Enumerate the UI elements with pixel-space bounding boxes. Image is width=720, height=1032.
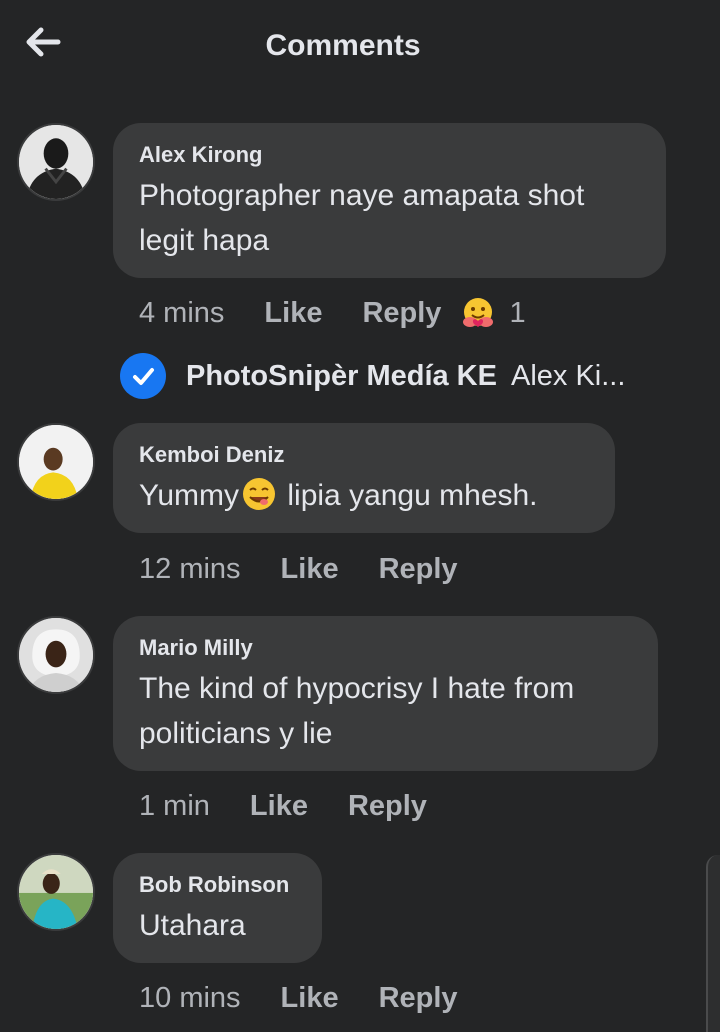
comment-author[interactable]: Kemboi Deniz xyxy=(139,441,589,469)
avatar-mario-milly[interactable] xyxy=(17,616,95,694)
comment-time: 1 min xyxy=(139,789,210,822)
hug-emoji-icon[interactable] xyxy=(461,296,495,330)
savoring-food-emoji-icon xyxy=(243,478,276,510)
comment-actions: 10 mins Like Reply xyxy=(139,978,498,1018)
reply-author[interactable]: PhotoSnipèr Medía KE xyxy=(186,360,497,393)
comment-author[interactable]: Alex Kirong xyxy=(139,141,640,169)
reply-preview[interactable]: PhotoSnipèr Medía KE Alex Ki... xyxy=(120,353,680,399)
comment-author[interactable]: Bob Robinson xyxy=(139,871,296,899)
page-title: Comments xyxy=(265,29,421,62)
reaction-count[interactable]: 1 xyxy=(509,297,525,330)
comment-actions: 1 min Like Reply xyxy=(139,786,467,826)
comment-bubble[interactable]: Alex Kirong Photographer naye amapata sh… xyxy=(113,123,666,278)
comment-time: 12 mins xyxy=(139,552,241,585)
reply-button[interactable]: Reply xyxy=(379,982,458,1015)
like-button[interactable]: Like xyxy=(281,553,339,586)
reply-button[interactable]: Reply xyxy=(379,553,458,586)
avatar-kemboi-deniz[interactable] xyxy=(17,423,95,501)
comment-text: Yummy lipia yangu mhesh. xyxy=(139,473,589,518)
top-bar: Comments xyxy=(0,0,720,96)
comment-actions: 12 mins Like Reply xyxy=(139,549,498,589)
like-button[interactable]: Like xyxy=(281,982,339,1015)
like-button[interactable]: Like xyxy=(264,297,322,330)
avatar-bob-robinson[interactable] xyxy=(17,853,95,931)
comment-text-end: lipia yangu mhesh. xyxy=(279,479,538,512)
person-avatar-icon xyxy=(19,618,93,692)
person-avatar-icon xyxy=(19,125,93,199)
person-avatar-icon xyxy=(19,855,93,929)
comment-text-start: Yummy xyxy=(139,479,240,512)
avatar-alex-kirong[interactable] xyxy=(17,123,95,201)
comment-text: Photographer naye amapata shot legit hap… xyxy=(139,179,585,257)
scrollbar[interactable] xyxy=(706,855,720,1032)
like-button[interactable]: Like xyxy=(250,790,308,823)
comment-actions: 4 mins Like Reply 1 xyxy=(139,293,526,333)
reply-snippet: Alex Ki... xyxy=(510,359,626,392)
comment-bubble[interactable]: Bob Robinson Utahara xyxy=(113,853,322,963)
comment-time: 10 mins xyxy=(139,981,241,1014)
person-avatar-icon xyxy=(19,425,93,499)
comment-time: 4 mins xyxy=(139,296,225,329)
verified-check-icon xyxy=(120,353,166,399)
comment-bubble[interactable]: Mario Milly The kind of hypocrisy I hate… xyxy=(113,616,658,771)
reply-button[interactable]: Reply xyxy=(348,790,427,823)
comment-bubble[interactable]: Kemboi Deniz Yummy lipia yangu mhesh. xyxy=(113,423,615,533)
reply-button[interactable]: Reply xyxy=(362,297,441,330)
comment-text: The kind of hypocrisy I hate from politi… xyxy=(139,672,575,750)
comment-author[interactable]: Mario Milly xyxy=(139,634,632,662)
comment-text: Utahara xyxy=(139,909,246,942)
